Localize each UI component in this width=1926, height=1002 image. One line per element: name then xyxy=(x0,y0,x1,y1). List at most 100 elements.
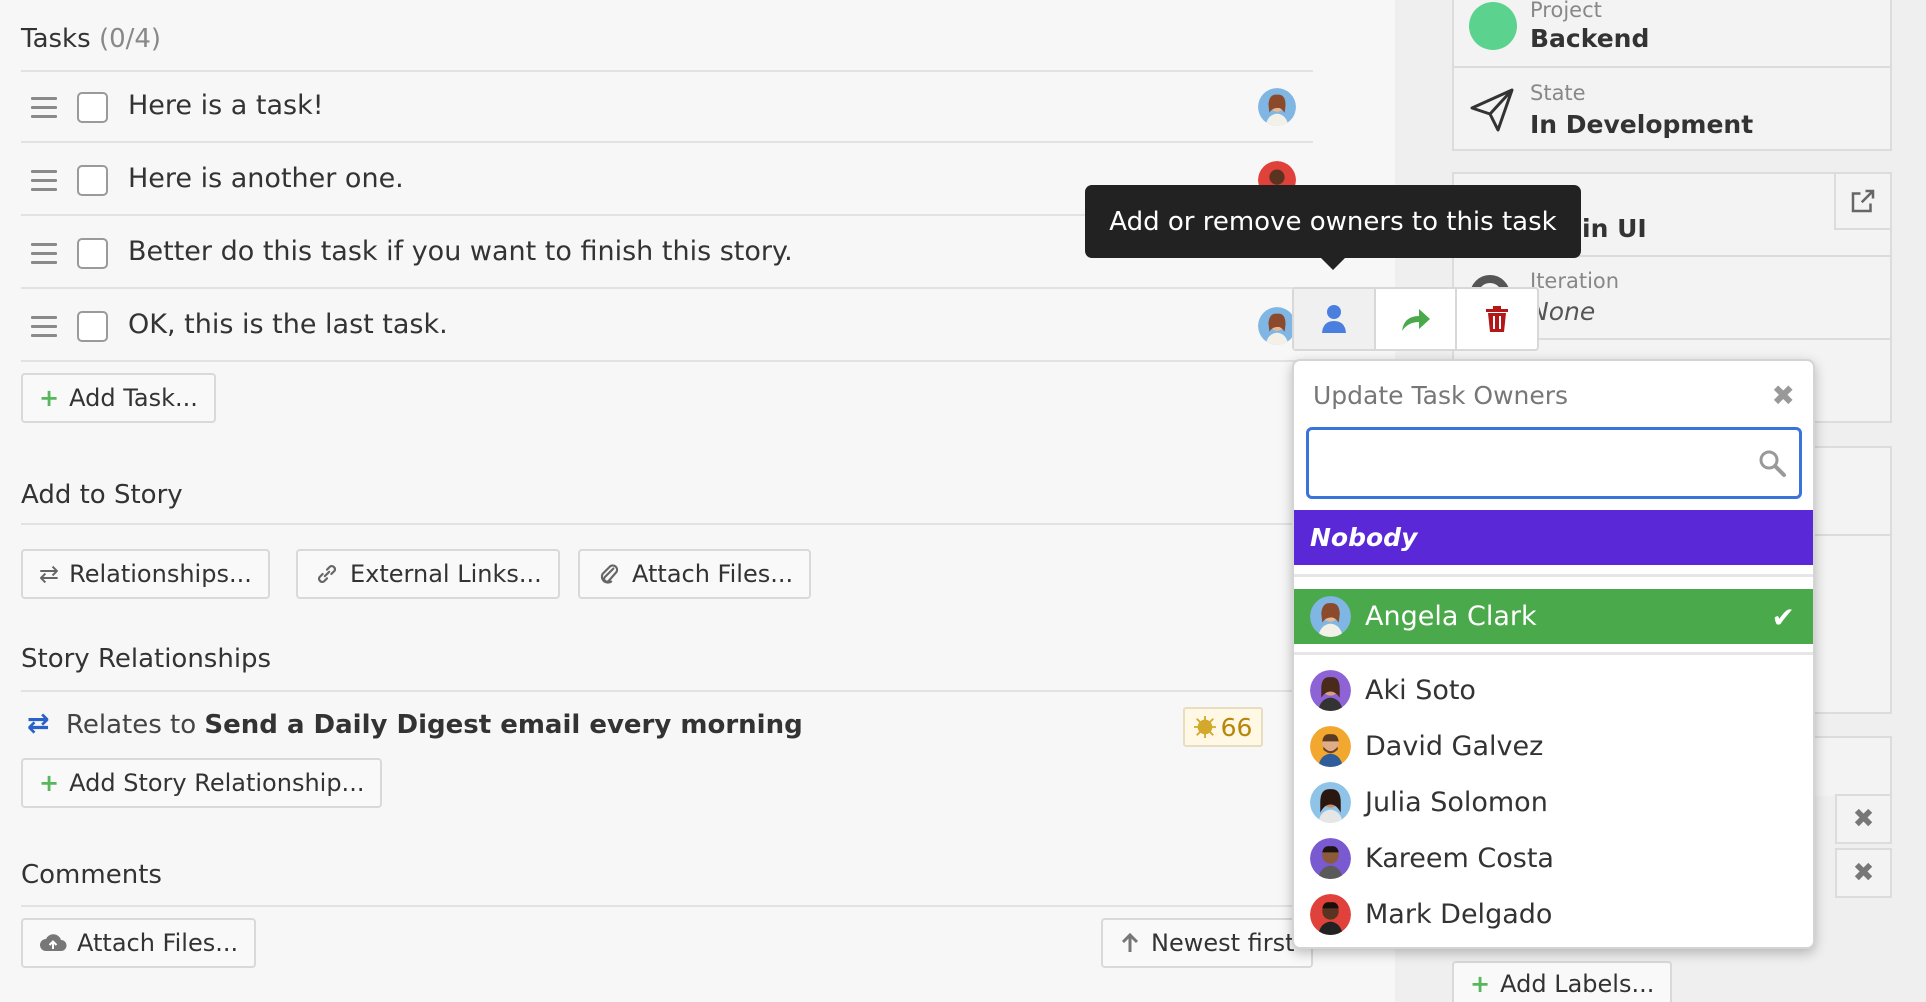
relation-prefix: Relates to xyxy=(66,710,197,740)
story-points-badge: 66 xyxy=(1183,707,1263,747)
owner-name: David Galvez xyxy=(1365,730,1544,762)
comments-divider xyxy=(21,905,1313,907)
drag-handle-icon[interactable] xyxy=(31,97,57,118)
comment-attach-files-label: Attach Files... xyxy=(77,929,239,957)
task-text[interactable]: OK, this is the last task. xyxy=(128,309,448,340)
task-text[interactable]: Better do this task if you want to finis… xyxy=(128,236,793,267)
drag-handle-icon[interactable] xyxy=(31,243,57,264)
comments-sort-label: Newest first xyxy=(1151,929,1295,957)
link-icon xyxy=(318,565,336,583)
popover-close-button[interactable]: ✖ xyxy=(1772,379,1795,412)
task-row[interactable]: OK, this is the last task. xyxy=(21,291,1313,362)
task-owner-avatar[interactable] xyxy=(1258,307,1296,345)
remove-label-button[interactable]: ✖ xyxy=(1835,794,1892,844)
search-icon xyxy=(1759,450,1786,477)
owner-name: Julia Solomon xyxy=(1365,786,1548,818)
owner-option[interactable]: Julia Solomon xyxy=(1294,775,1813,829)
nobody-label: Nobody xyxy=(1310,523,1418,552)
tooltip-arrow xyxy=(1320,257,1346,270)
owner-option[interactable]: Mark Delgado xyxy=(1294,887,1813,941)
state-value: In Development xyxy=(1530,110,1754,139)
add-story-relationship-button[interactable]: + Add Story Relationship... xyxy=(21,758,383,808)
delete-task-button[interactable] xyxy=(1457,289,1537,349)
avatar xyxy=(1310,725,1351,767)
attach-files-button[interactable]: Attach Files... xyxy=(578,549,812,599)
add-story-relationship-label: Add Story Relationship... xyxy=(69,769,365,797)
task-owners-button[interactable] xyxy=(1294,289,1376,349)
owners-tooltip: Add or remove owners to this task xyxy=(1085,185,1581,258)
external-links-button[interactable]: External Links... xyxy=(296,549,560,599)
relationships-button[interactable]: ⇄ Relationships... xyxy=(21,549,270,599)
checkmark-icon: ✔ xyxy=(1771,601,1795,634)
epic-value: in UI xyxy=(1582,214,1647,243)
owner-option[interactable]: David Galvez xyxy=(1294,719,1813,773)
relationship-icon: ⇄ xyxy=(39,560,60,588)
state-label: State xyxy=(1530,81,1586,105)
project-color-icon xyxy=(1469,2,1517,50)
add-labels-button[interactable]: + Add Labels... xyxy=(1452,961,1673,1002)
story-relationship-row[interactable]: ⇄ Relates to Send a Daily Digest email e… xyxy=(21,700,1313,750)
project-value: Backend xyxy=(1530,24,1650,53)
cloud-upload-icon xyxy=(40,934,67,951)
story-relationships-divider xyxy=(21,690,1313,692)
task-text[interactable]: Here is another one. xyxy=(128,163,404,194)
task-checkbox[interactable] xyxy=(77,311,108,342)
avatar xyxy=(1310,669,1351,711)
comments-title: Comments xyxy=(21,860,162,890)
owner-name: Aki Soto xyxy=(1365,674,1476,706)
task-checkbox[interactable] xyxy=(77,92,108,123)
avatar xyxy=(1310,893,1351,935)
update-task-owners-popover: Update Task Owners ✖ Nobody Angela Clark… xyxy=(1292,359,1815,949)
story-relationships-title: Story Relationships xyxy=(21,644,272,674)
owner-option[interactable]: Aki Soto xyxy=(1294,663,1813,717)
share-arrow-icon xyxy=(1401,309,1430,331)
open-external-button[interactable] xyxy=(1834,172,1892,230)
owner-search-field xyxy=(1306,427,1802,499)
story-main-panel: Tasks (0/4) Here is a task! Here is anot… xyxy=(0,0,1395,1002)
owner-name: Angela Clark xyxy=(1365,601,1537,632)
tasks-count: (0/4) xyxy=(98,24,162,54)
popover-separator xyxy=(1294,652,1813,655)
tooltip-text: Add or remove owners to this task xyxy=(1109,206,1557,237)
convert-task-button[interactable] xyxy=(1376,289,1458,349)
add-task-button[interactable]: + Add Task... xyxy=(21,373,216,423)
close-icon: ✖ xyxy=(1771,379,1795,412)
external-link-icon xyxy=(1851,189,1875,213)
story-points-value: 66 xyxy=(1220,712,1253,742)
avatar xyxy=(1310,781,1351,823)
state-field[interactable]: State In Development xyxy=(1452,66,1892,151)
drag-handle-icon[interactable] xyxy=(31,316,57,337)
add-to-story-divider xyxy=(21,523,1313,525)
paperclip-icon xyxy=(600,564,619,584)
task-checkbox[interactable] xyxy=(77,165,108,196)
relationship-icon: ⇄ xyxy=(27,708,50,739)
add-to-story-title: Add to Story xyxy=(21,480,183,510)
comment-attach-files-button[interactable]: Attach Files... xyxy=(21,918,257,968)
owner-name: Mark Delgado xyxy=(1365,898,1553,930)
close-icon: ✖ xyxy=(1852,804,1875,834)
comments-sort-button[interactable]: Newest first xyxy=(1101,918,1313,968)
task-checkbox[interactable] xyxy=(77,238,108,269)
remove-label-button[interactable]: ✖ xyxy=(1835,848,1892,898)
owner-search-input[interactable] xyxy=(1315,436,1755,490)
task-row[interactable]: Here is a task! xyxy=(21,72,1313,143)
related-story-link[interactable]: Send a Daily Digest email every morning xyxy=(204,710,802,740)
attach-files-label: Attach Files... xyxy=(632,560,794,588)
owner-option-nobody[interactable]: Nobody xyxy=(1294,510,1813,565)
user-icon xyxy=(1321,305,1346,333)
project-label: Project xyxy=(1530,0,1602,22)
paper-plane-icon xyxy=(1470,88,1514,132)
task-text[interactable]: Here is a task! xyxy=(128,90,324,121)
add-task-label: Add Task... xyxy=(69,384,198,412)
task-owner-avatar[interactable] xyxy=(1258,88,1296,126)
avatar xyxy=(1310,837,1351,879)
iteration-label: Iteration xyxy=(1530,269,1620,293)
popover-title: Update Task Owners xyxy=(1313,381,1569,410)
add-labels-label: Add Labels... xyxy=(1500,970,1655,998)
project-field[interactable]: Project Backend xyxy=(1452,0,1892,68)
plus-icon: + xyxy=(39,769,60,797)
relationships-label: Relationships... xyxy=(69,560,252,588)
drag-handle-icon[interactable] xyxy=(31,170,57,191)
owner-option-selected[interactable]: Angela Clark ✔ xyxy=(1294,589,1813,644)
owner-option[interactable]: Kareem Costa xyxy=(1294,831,1813,885)
